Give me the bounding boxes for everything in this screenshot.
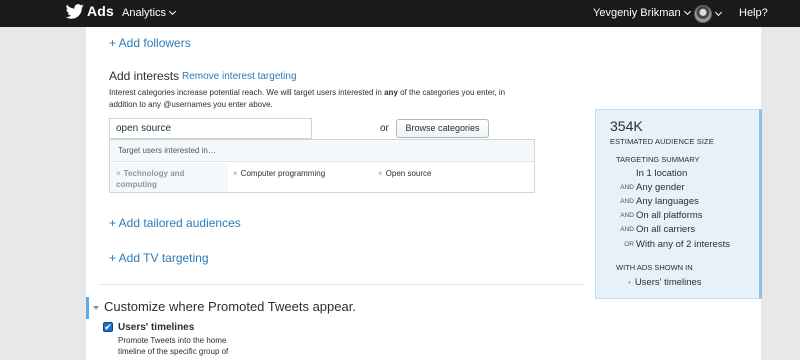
- top-navigation-bar: Ads Analytics Yevgeniy Brikman Help?: [0, 0, 800, 27]
- chevron-down-icon: [168, 7, 177, 16]
- remove-interest-targeting-link[interactable]: Remove interest targeting: [182, 71, 297, 82]
- remove-chip-icon[interactable]: ×: [233, 169, 238, 178]
- ads-shown-in-heading: WITH ADS SHOWN IN: [616, 263, 693, 272]
- interests-heading: Add interests: [109, 69, 180, 83]
- remove-chip-icon[interactable]: ×: [378, 169, 383, 178]
- section-active-marker: [86, 297, 89, 319]
- audience-size-value: 354K: [610, 118, 643, 134]
- add-tv-targeting-link[interactable]: + Add TV targeting: [109, 251, 209, 265]
- chevron-down-icon: [683, 7, 691, 16]
- user-account-menu[interactable]: Yevgeniy Brikman: [593, 7, 691, 19]
- help-link[interactable]: Help?: [739, 7, 768, 19]
- bullet-icon: •: [628, 278, 631, 287]
- ads-home-link[interactable]: Ads: [66, 3, 114, 19]
- add-followers-link[interactable]: + Add followers: [109, 36, 191, 50]
- targeting-summary-heading: TARGETING SUMMARY: [616, 155, 700, 164]
- or-label: or: [380, 123, 389, 134]
- interest-suggestions-box: Target users interested in… × Technology …: [109, 139, 535, 193]
- audience-summary-box: 354K ESTIMATED AUDIENCE SIZE TARGETING S…: [595, 109, 762, 299]
- brand-label: Ads: [87, 3, 115, 19]
- placement-section-title[interactable]: Customize where Promoted Tweets appear.: [104, 299, 356, 314]
- collapse-triangle-icon[interactable]: [93, 306, 99, 310]
- chevron-down-icon: [714, 8, 723, 17]
- users-timelines-label[interactable]: Users' timelines: [118, 322, 194, 333]
- user-name: Yevgeniy Brikman: [593, 7, 681, 19]
- ads-shown-in-item: • Users' timelines: [628, 277, 702, 288]
- avatar: [694, 5, 712, 23]
- add-tailored-audiences-link[interactable]: + Add tailored audiences: [109, 216, 241, 230]
- interest-chip[interactable]: × Computer programming: [233, 168, 325, 179]
- remove-chip-icon[interactable]: ×: [116, 169, 121, 178]
- users-timelines-description: Promote Tweets into the home timeline of…: [118, 336, 229, 356]
- interest-chip[interactable]: × Technology and computing: [110, 163, 228, 192]
- interest-chip[interactable]: × Open source: [378, 168, 431, 179]
- suggestion-header: Target users interested in…: [110, 140, 534, 162]
- section-divider: [98, 284, 584, 285]
- audience-size-caption: ESTIMATED AUDIENCE SIZE: [610, 137, 714, 146]
- analytics-menu[interactable]: Analytics: [122, 7, 177, 19]
- interest-search-input[interactable]: [109, 118, 312, 139]
- browse-categories-button[interactable]: Browse categories: [396, 119, 489, 138]
- account-avatar-menu[interactable]: [694, 5, 723, 23]
- users-timelines-checkbox[interactable]: ✔: [103, 322, 113, 332]
- interests-description: Interest categories increase potential r…: [109, 88, 506, 109]
- analytics-label: Analytics: [122, 7, 167, 19]
- twitter-bird-icon: [66, 3, 84, 19]
